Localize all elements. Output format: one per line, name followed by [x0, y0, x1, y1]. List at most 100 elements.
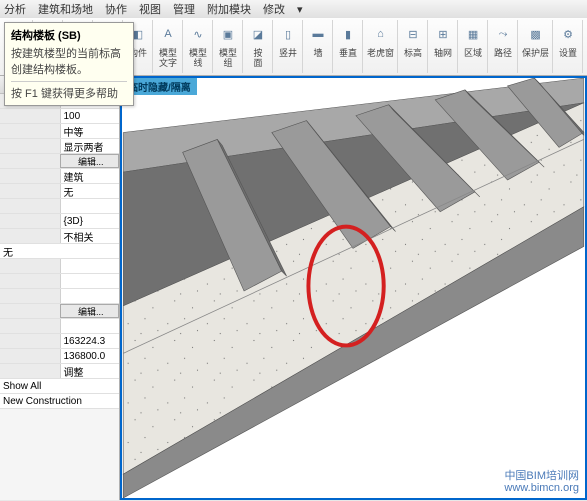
property-row: 无	[0, 244, 119, 259]
property-key	[0, 334, 60, 348]
ribbon-button[interactable]: ◪按面	[244, 20, 273, 73]
property-key	[0, 319, 60, 333]
property-row: 调整	[0, 364, 119, 379]
menu-bar: 分析 建筑和场地 协作 视图 管理 附加模块 修改 ▾	[0, 0, 587, 18]
墙-icon: ▬	[307, 20, 329, 48]
ribbon-button[interactable]: ▣模型组	[214, 20, 243, 73]
tooltip: 结构楼板 (SB) 按建筑楼型的当前标高创建结构楼板。 按 F1 键获得更多帮助	[4, 22, 134, 106]
menu-item[interactable]: 建筑和场地	[38, 1, 93, 17]
轴网-icon: ⊞	[432, 20, 454, 48]
properties-panel: 编辑类型 1 : 100100中等显示两者编辑...建筑无{3D}不相关无编辑.…	[0, 76, 120, 500]
property-key	[0, 109, 60, 123]
区域-icon: ▦	[462, 20, 484, 48]
property-value[interactable]: 136800.0	[60, 349, 120, 363]
property-value[interactable]: New Construction	[0, 394, 119, 408]
property-key	[0, 139, 60, 153]
property-value[interactable]: {3D}	[60, 214, 120, 228]
tooltip-title: 结构楼板 (SB)	[11, 27, 127, 43]
property-row: 163224.3	[0, 334, 119, 349]
property-value[interactable]: 无	[0, 244, 119, 258]
property-key	[0, 154, 60, 168]
ribbon-button[interactable]: ▬墙	[304, 20, 333, 73]
property-row	[0, 274, 119, 289]
property-row	[0, 289, 119, 304]
3d-model	[122, 78, 585, 498]
property-value[interactable]: 显示两者	[60, 139, 120, 153]
ribbon-button[interactable]: ⊞轴网	[429, 20, 458, 73]
property-row	[0, 259, 119, 274]
property-value[interactable]: 中等	[60, 124, 120, 138]
ribbon-label: 老虎窗	[367, 48, 394, 58]
property-key	[0, 229, 60, 243]
property-value[interactable]: 不相关	[60, 229, 120, 243]
设置-icon: ⚙	[557, 20, 579, 48]
ribbon-label: 设置	[559, 48, 577, 58]
ribbon-button[interactable]: ▦区域	[459, 20, 488, 73]
menu-item[interactable]: 管理	[173, 1, 195, 17]
ribbon-label: 模型组	[219, 48, 237, 68]
property-value[interactable]: 建筑	[60, 169, 120, 183]
property-row[interactable]: 编辑...	[0, 154, 119, 169]
property-value[interactable]: 调整	[60, 364, 120, 378]
property-row: 100	[0, 109, 119, 124]
ribbon-button[interactable]: ▯竖井	[274, 20, 303, 73]
property-row: {3D}	[0, 214, 119, 229]
menu-item[interactable]: 视图	[139, 1, 161, 17]
3d-viewport[interactable]: 临时隐藏/隔离	[120, 76, 587, 500]
property-key	[0, 184, 60, 198]
property-key	[0, 199, 60, 213]
edit-button[interactable]: 编辑...	[60, 304, 120, 318]
标高-icon: ⊟	[402, 20, 424, 48]
ribbon-button[interactable]: ▮垂直	[334, 20, 363, 73]
property-value[interactable]	[60, 199, 120, 213]
按面-icon: ◪	[247, 20, 269, 48]
ribbon-label: 垂直	[339, 48, 357, 58]
property-value[interactable]	[60, 259, 120, 273]
property-key	[0, 259, 60, 273]
property-value[interactable]: 163224.3	[60, 334, 120, 348]
模型线-icon: ∿	[187, 20, 209, 48]
ribbon-label: 模型线	[189, 48, 207, 68]
property-key	[0, 349, 60, 363]
ribbon-button[interactable]: ⚙设置	[554, 20, 583, 73]
ribbon-label: 轴网	[434, 48, 452, 58]
ribbon-button[interactable]: ⊟标高	[399, 20, 428, 73]
ribbon-button[interactable]: A模型文字	[154, 20, 183, 73]
property-row: 中等	[0, 124, 119, 139]
竖井-icon: ▯	[277, 20, 299, 48]
property-row	[0, 319, 119, 334]
property-value[interactable]	[60, 319, 120, 333]
menu-item[interactable]: 分析	[4, 1, 26, 17]
property-key	[0, 289, 60, 303]
ribbon-button[interactable]: ⤳路径	[489, 20, 518, 73]
property-value[interactable]	[60, 274, 120, 288]
property-value[interactable]: 无	[60, 184, 120, 198]
ribbon-label: 路径	[494, 48, 512, 58]
property-value[interactable]: Show All	[0, 379, 119, 393]
垂直-icon: ▮	[337, 20, 359, 48]
edit-button[interactable]: 编辑...	[60, 154, 120, 168]
property-row	[0, 199, 119, 214]
menu-item[interactable]: 修改	[263, 1, 285, 17]
property-key	[0, 169, 60, 183]
老虎窗-icon: ⌂	[370, 20, 392, 48]
ribbon-button[interactable]: ∿模型线	[184, 20, 213, 73]
menu-dropdown-icon[interactable]: ▾	[297, 3, 303, 16]
property-row[interactable]: 编辑...	[0, 304, 119, 319]
property-row: Show All	[0, 379, 119, 394]
ribbon-label: 模型文字	[159, 48, 177, 68]
ribbon-label: 按面	[253, 48, 262, 68]
ribbon-label: 区域	[464, 48, 482, 58]
properties-list: 1 : 100100中等显示两者编辑...建筑无{3D}不相关无编辑...163…	[0, 94, 119, 500]
menu-item[interactable]: 协作	[105, 1, 127, 17]
property-key	[0, 364, 60, 378]
property-value[interactable]: 100	[60, 109, 120, 123]
ribbon-button[interactable]: ⌂老虎窗	[364, 20, 398, 73]
模型组-icon: ▣	[217, 20, 239, 48]
menu-item[interactable]: 附加模块	[207, 1, 251, 17]
property-row: 建筑	[0, 169, 119, 184]
路径-icon: ⤳	[492, 20, 514, 48]
ribbon-label: 墙	[313, 48, 322, 58]
ribbon-button[interactable]: ▩保护层	[519, 20, 553, 73]
property-value[interactable]	[60, 289, 120, 303]
